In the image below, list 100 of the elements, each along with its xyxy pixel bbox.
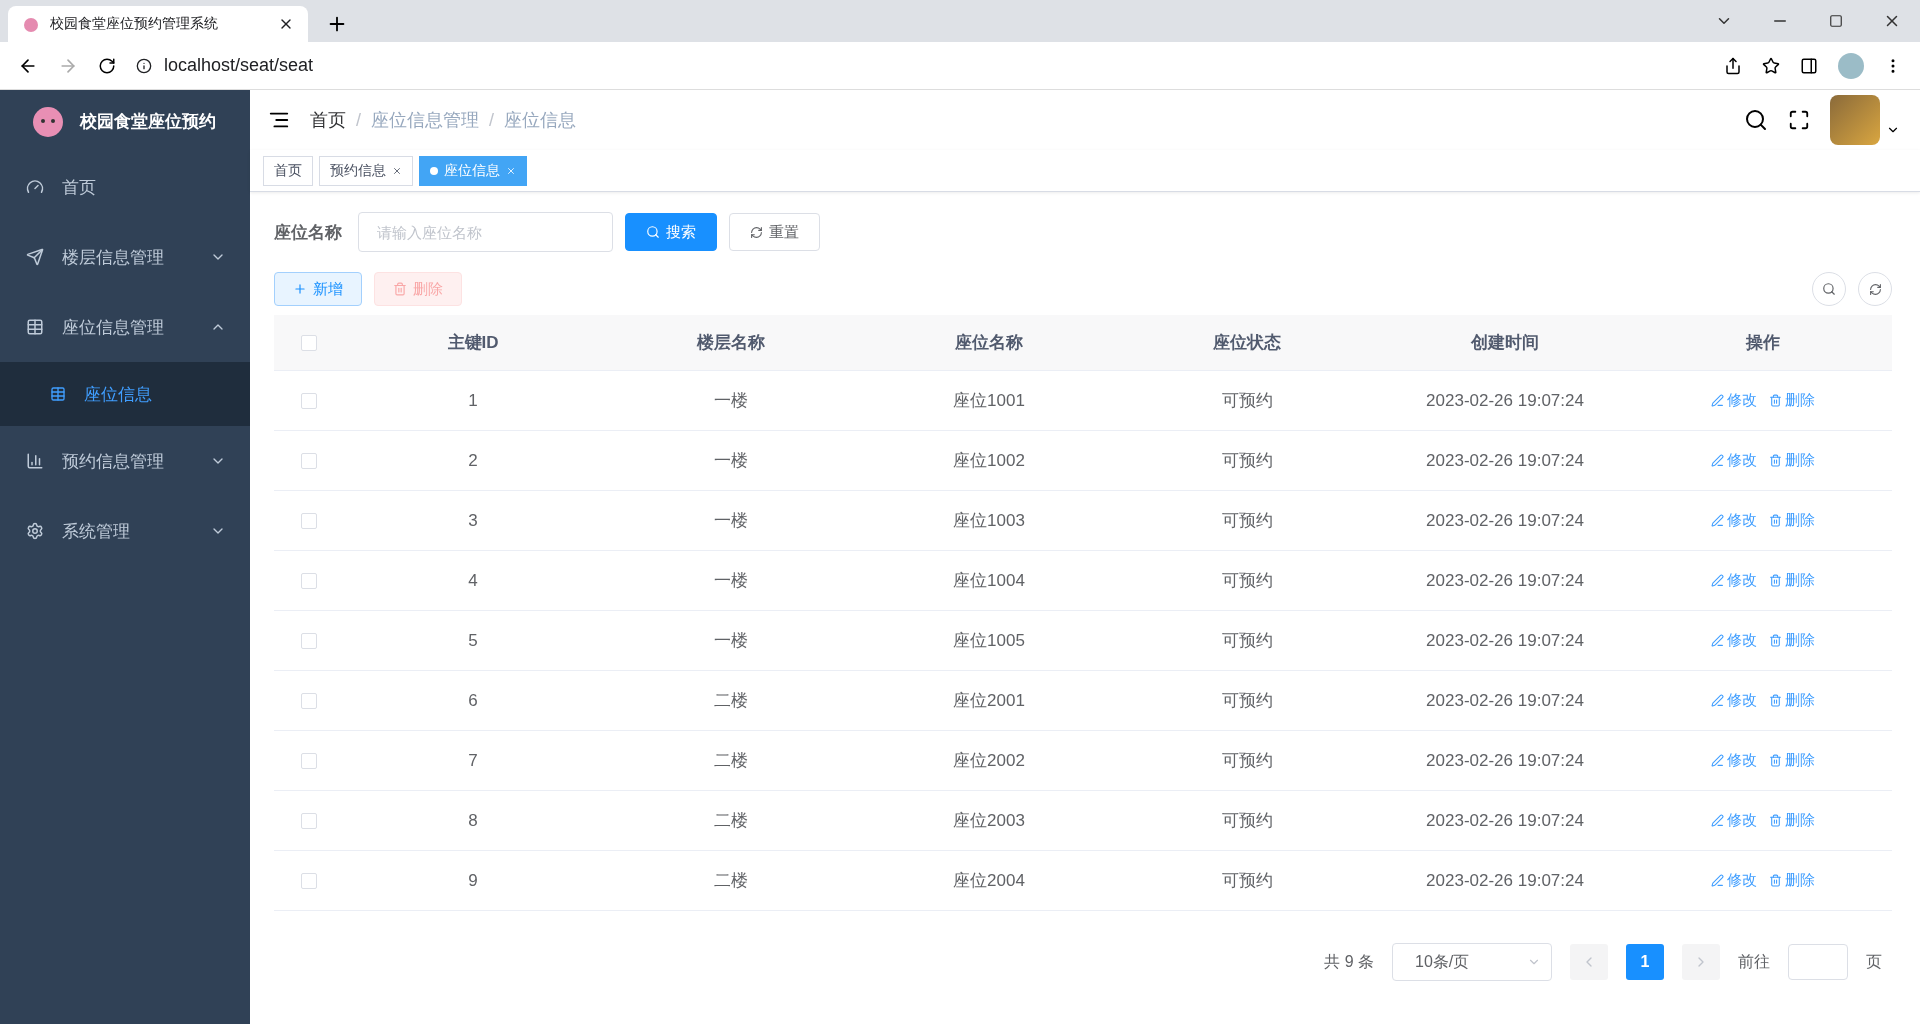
edit-link[interactable]: 修改 — [1711, 631, 1757, 650]
page-button[interactable]: 1 — [1626, 944, 1664, 980]
search-icon — [1822, 282, 1836, 296]
breadcrumb-separator: / — [356, 109, 361, 131]
page-jump-field[interactable] — [1788, 944, 1848, 980]
table-cell-text: 座位1001 — [952, 390, 1026, 412]
edit-link[interactable]: 修改 — [1711, 511, 1757, 530]
reload-icon[interactable] — [98, 56, 116, 75]
trash-icon — [1769, 394, 1782, 407]
side-panel-icon[interactable] — [1800, 56, 1818, 75]
search-toggle-button[interactable] — [1812, 272, 1846, 306]
row-checkbox[interactable] — [301, 812, 317, 829]
edit-link[interactable]: 修改 — [1711, 811, 1757, 830]
row-checkbox[interactable] — [301, 572, 317, 589]
pencil-icon — [1711, 514, 1724, 527]
table-cell-text: 7 — [467, 750, 479, 771]
delete-link[interactable]: 删除 — [1769, 631, 1815, 650]
delete-link[interactable]: 删除 — [1769, 751, 1815, 770]
edit-link[interactable]: 修改 — [1711, 871, 1757, 890]
table-cell-text: 4 — [467, 570, 479, 591]
browser-tab[interactable]: 校园食堂座位预约管理系统 — [8, 6, 308, 42]
view-tag[interactable]: 首页 — [263, 155, 313, 186]
seat-name-field[interactable]: 请输入座位名称 — [358, 212, 613, 252]
row-checkbox[interactable] — [301, 752, 317, 769]
edit-link[interactable]: 修改 — [1711, 391, 1757, 410]
table-cell-text: 座位1004 — [952, 570, 1026, 592]
delete-link[interactable]: 删除 — [1769, 451, 1815, 470]
delete-link[interactable]: 删除 — [1769, 571, 1815, 590]
row-checkbox[interactable] — [301, 632, 317, 649]
table-cell-text: 二楼 — [713, 750, 749, 772]
edit-link[interactable]: 修改 — [1711, 451, 1757, 470]
edit-link[interactable]: 修改 — [1711, 691, 1757, 710]
refresh-icon — [1868, 282, 1882, 296]
breadcrumb-item[interactable]: 首页 — [310, 108, 346, 132]
row-checkbox[interactable] — [301, 452, 317, 469]
sidebar-item[interactable]: 首页 — [0, 152, 250, 222]
restore-icon[interactable] — [1829, 14, 1843, 28]
sidebar-item[interactable]: 楼层信息管理 — [0, 222, 250, 292]
delete-link[interactable]: 删除 — [1769, 391, 1815, 410]
row-checkbox[interactable] — [301, 512, 317, 529]
table-cell-text: 2023-02-26 19:07:24 — [1425, 510, 1585, 531]
table-cell-text: 座位1005 — [952, 630, 1026, 652]
trash-icon — [1769, 514, 1782, 527]
search-icon[interactable] — [1744, 108, 1768, 132]
table-cell-text: 2023-02-26 19:07:24 — [1425, 450, 1585, 471]
add-button[interactable]: 新增 — [274, 272, 362, 306]
page-size-select[interactable]: 10条/页 — [1392, 943, 1552, 981]
sidebar-subitem[interactable]: 座位信息 — [0, 362, 250, 426]
row-checkbox[interactable] — [301, 872, 317, 889]
pencil-icon — [1711, 634, 1724, 647]
search-button[interactable]: 搜索 — [625, 213, 717, 251]
table-cell-text: 一楼 — [713, 570, 749, 592]
table-cell-text: 2023-02-26 19:07:24 — [1425, 390, 1585, 411]
trash-icon — [1769, 814, 1782, 827]
table-cell-text: 可预约 — [1220, 510, 1274, 532]
total-count: 共 9 条 — [1324, 951, 1374, 972]
share-icon[interactable] — [1724, 56, 1742, 75]
table-cell-text: 座位2004 — [952, 870, 1026, 892]
table-cell-text: 可预约 — [1220, 870, 1274, 892]
address-field[interactable]: localhost/seat/seat — [164, 55, 314, 76]
row-checkbox[interactable] — [301, 392, 317, 409]
sidebar-item[interactable]: 系统管理 — [0, 496, 250, 566]
status-dot-icon — [430, 166, 438, 175]
table-cell-text: 座位2001 — [952, 690, 1026, 712]
trash-icon — [1769, 694, 1782, 707]
select-all-checkbox[interactable] — [301, 334, 317, 351]
sidebar-item[interactable]: 预约信息管理 — [0, 426, 250, 496]
table-cell-text: 9 — [467, 870, 479, 891]
pencil-icon — [1711, 874, 1724, 887]
table-cell-text: 2023-02-26 19:07:24 — [1425, 750, 1585, 771]
table-cell-text: 座位2002 — [952, 750, 1026, 772]
row-checkbox[interactable] — [301, 692, 317, 709]
table-cell-text: 6 — [467, 690, 479, 711]
star-icon[interactable] — [1762, 56, 1780, 75]
user-avatar[interactable] — [1830, 95, 1880, 145]
table-cell-text: 8 — [467, 810, 479, 831]
fullscreen-icon[interactable] — [1788, 109, 1810, 131]
table-cell-text: 一楼 — [713, 450, 749, 472]
view-tag[interactable]: 座位信息 — [419, 155, 527, 186]
pencil-icon — [1711, 694, 1724, 707]
delete-link[interactable]: 删除 — [1769, 811, 1815, 830]
refresh-button[interactable] — [1858, 272, 1892, 306]
table-cell-text: 2023-02-26 19:07:24 — [1425, 810, 1585, 831]
edit-link[interactable]: 修改 — [1711, 751, 1757, 770]
delete-link[interactable]: 删除 — [1769, 871, 1815, 890]
delete-link[interactable]: 删除 — [1769, 691, 1815, 710]
info-icon[interactable] — [136, 57, 152, 74]
view-tag[interactable]: 预约信息 — [319, 155, 413, 186]
breadcrumb-item[interactable]: 座位信息管理 — [371, 108, 479, 132]
column-header: 创建时间 — [1470, 332, 1540, 354]
sidebar-item[interactable]: 座位信息管理 — [0, 292, 250, 362]
table-cell-text: 座位2003 — [952, 810, 1026, 832]
table-cell-text: 座位1003 — [952, 510, 1026, 532]
edit-link[interactable]: 修改 — [1711, 571, 1757, 590]
pencil-icon — [1711, 754, 1724, 767]
table-cell-text: 一楼 — [713, 630, 749, 652]
delete-link[interactable]: 删除 — [1769, 511, 1815, 530]
column-header: 主键ID — [446, 332, 500, 354]
reset-button[interactable]: 重置 — [729, 213, 820, 251]
profile-avatar[interactable] — [1838, 52, 1864, 79]
